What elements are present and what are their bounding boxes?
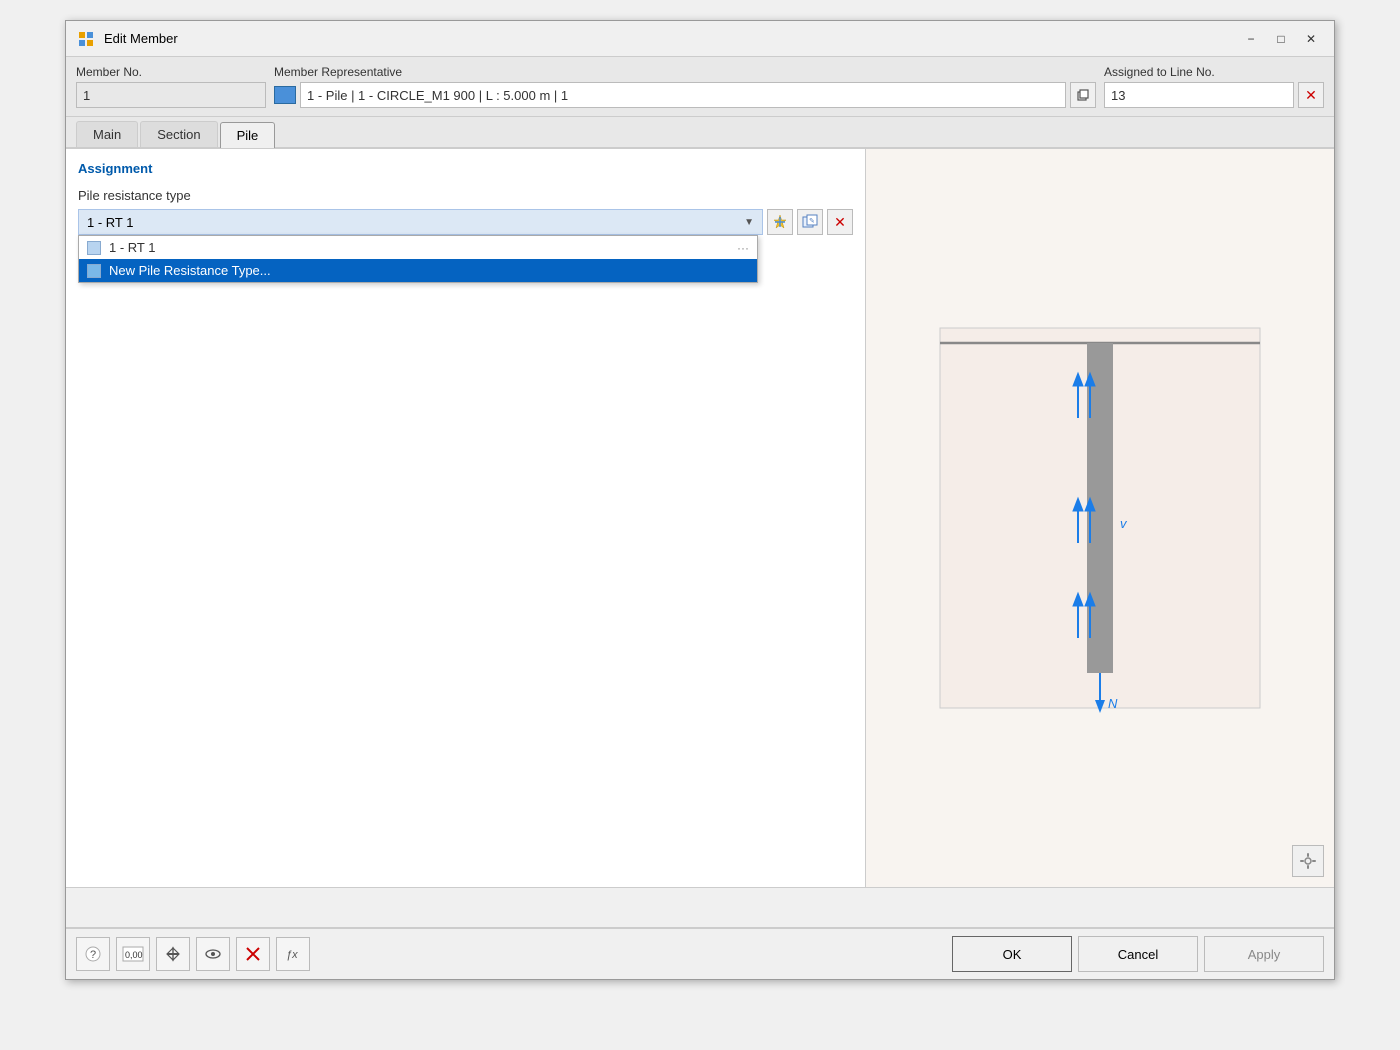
header-fields: Member No. Member Representative Assigne… — [66, 57, 1334, 117]
section-title: Assignment — [78, 161, 853, 176]
pile-resistance-label: Pile resistance type — [78, 188, 853, 203]
pile-resistance-dropdown[interactable]: 1 - RT 1 ▼ — [78, 209, 763, 235]
svg-text:✎: ✎ — [809, 218, 815, 225]
member-rep-input[interactable] — [300, 82, 1066, 108]
pile-rep-icon — [274, 86, 296, 104]
right-panel: v N — [866, 149, 1334, 887]
rt1-item-icon — [87, 241, 101, 255]
formula-icon-button[interactable]: ƒx — [276, 937, 310, 971]
rt1-item-dots: ··· — [737, 241, 749, 255]
visibility-icon-button[interactable] — [196, 937, 230, 971]
svg-text:ƒx: ƒx — [286, 949, 298, 961]
close-button[interactable]: ✕ — [1298, 28, 1324, 50]
new-star-icon — [772, 214, 788, 230]
dropdown-item-new[interactable]: New Pile Resistance Type... — [79, 259, 757, 282]
svg-text:N: N — [1108, 696, 1118, 711]
info-panel — [66, 887, 1334, 927]
pile-diagram: v N — [930, 308, 1270, 728]
svg-text:0,00: 0,00 — [125, 950, 143, 960]
cancel-button[interactable]: Cancel — [1078, 936, 1198, 972]
delete-pile-resistance-button[interactable]: ✕ — [827, 209, 853, 235]
member-rep-label: Member Representative — [274, 65, 1096, 79]
delete-icon-button[interactable] — [236, 937, 270, 971]
copy-icon — [1076, 88, 1090, 102]
eye-icon — [204, 945, 222, 963]
member-rep-edit-button[interactable] — [1070, 82, 1096, 108]
new-item-label: New Pile Resistance Type... — [109, 263, 271, 278]
new-pile-resistance-button[interactable] — [767, 209, 793, 235]
tab-main[interactable]: Main — [76, 121, 138, 147]
tab-pile[interactable]: Pile — [220, 122, 276, 148]
content-area: Assignment Pile resistance type 1 - RT 1… — [66, 149, 1334, 887]
title-bar: Edit Member − □ ✕ — [66, 21, 1334, 57]
pile-resistance-row: 1 - RT 1 ▼ ✎ — [78, 209, 853, 235]
settings-icon — [1292, 845, 1324, 877]
new-item-icon — [87, 264, 101, 278]
ok-button[interactable]: OK — [952, 936, 1072, 972]
window-title: Edit Member — [104, 31, 178, 46]
member-no-input[interactable] — [76, 82, 266, 108]
member-rep-group: Member Representative — [274, 65, 1096, 108]
assigned-line-label: Assigned to Line No. — [1104, 65, 1324, 79]
member-icon — [164, 945, 182, 963]
fx-icon: ƒx — [284, 945, 302, 963]
app-icon — [76, 29, 96, 49]
bottom-icon-bar: ? 0,00 — [66, 927, 1334, 979]
edit-member-dialog: Edit Member − □ ✕ Member No. Member Repr… — [65, 20, 1335, 980]
dropdown-arrow-icon: ▼ — [744, 217, 754, 228]
help-icon-button[interactable]: ? — [76, 937, 110, 971]
member-no-label: Member No. — [76, 65, 266, 79]
dropdown-menu: 1 - RT 1 ··· New Pile Resistance Type... — [78, 235, 758, 283]
tab-section[interactable]: Section — [140, 121, 217, 147]
tabs-bar: Main Section Pile — [66, 117, 1334, 149]
edit-pile-resistance-button[interactable]: ✎ — [797, 209, 823, 235]
values-icon: 0,00 — [122, 945, 144, 963]
edit-icon: ✎ — [802, 214, 818, 230]
dropdown-current-value: 1 - RT 1 — [87, 215, 133, 230]
assigned-line-group: Assigned to Line No. ✕ — [1104, 65, 1324, 108]
diagram-settings-button[interactable] — [1292, 845, 1324, 877]
maximize-button[interactable]: □ — [1268, 28, 1294, 50]
help-icon: ? — [84, 945, 102, 963]
member-icon-button[interactable] — [156, 937, 190, 971]
member-no-group: Member No. — [76, 65, 266, 108]
apply-button[interactable]: Apply — [1204, 936, 1324, 972]
window-controls: − □ ✕ — [1238, 28, 1324, 50]
assigned-line-input[interactable] — [1104, 82, 1294, 108]
delete-icon — [244, 945, 262, 963]
dropdown-item-rt1[interactable]: 1 - RT 1 ··· — [79, 236, 757, 259]
values-icon-button[interactable]: 0,00 — [116, 937, 150, 971]
assigned-line-clear-button[interactable]: ✕ — [1298, 82, 1324, 108]
left-panel: Assignment Pile resistance type 1 - RT 1… — [66, 149, 866, 887]
minimize-button[interactable]: − — [1238, 28, 1264, 50]
svg-text:?: ? — [90, 949, 96, 961]
rt1-item-label: 1 - RT 1 — [109, 240, 155, 255]
